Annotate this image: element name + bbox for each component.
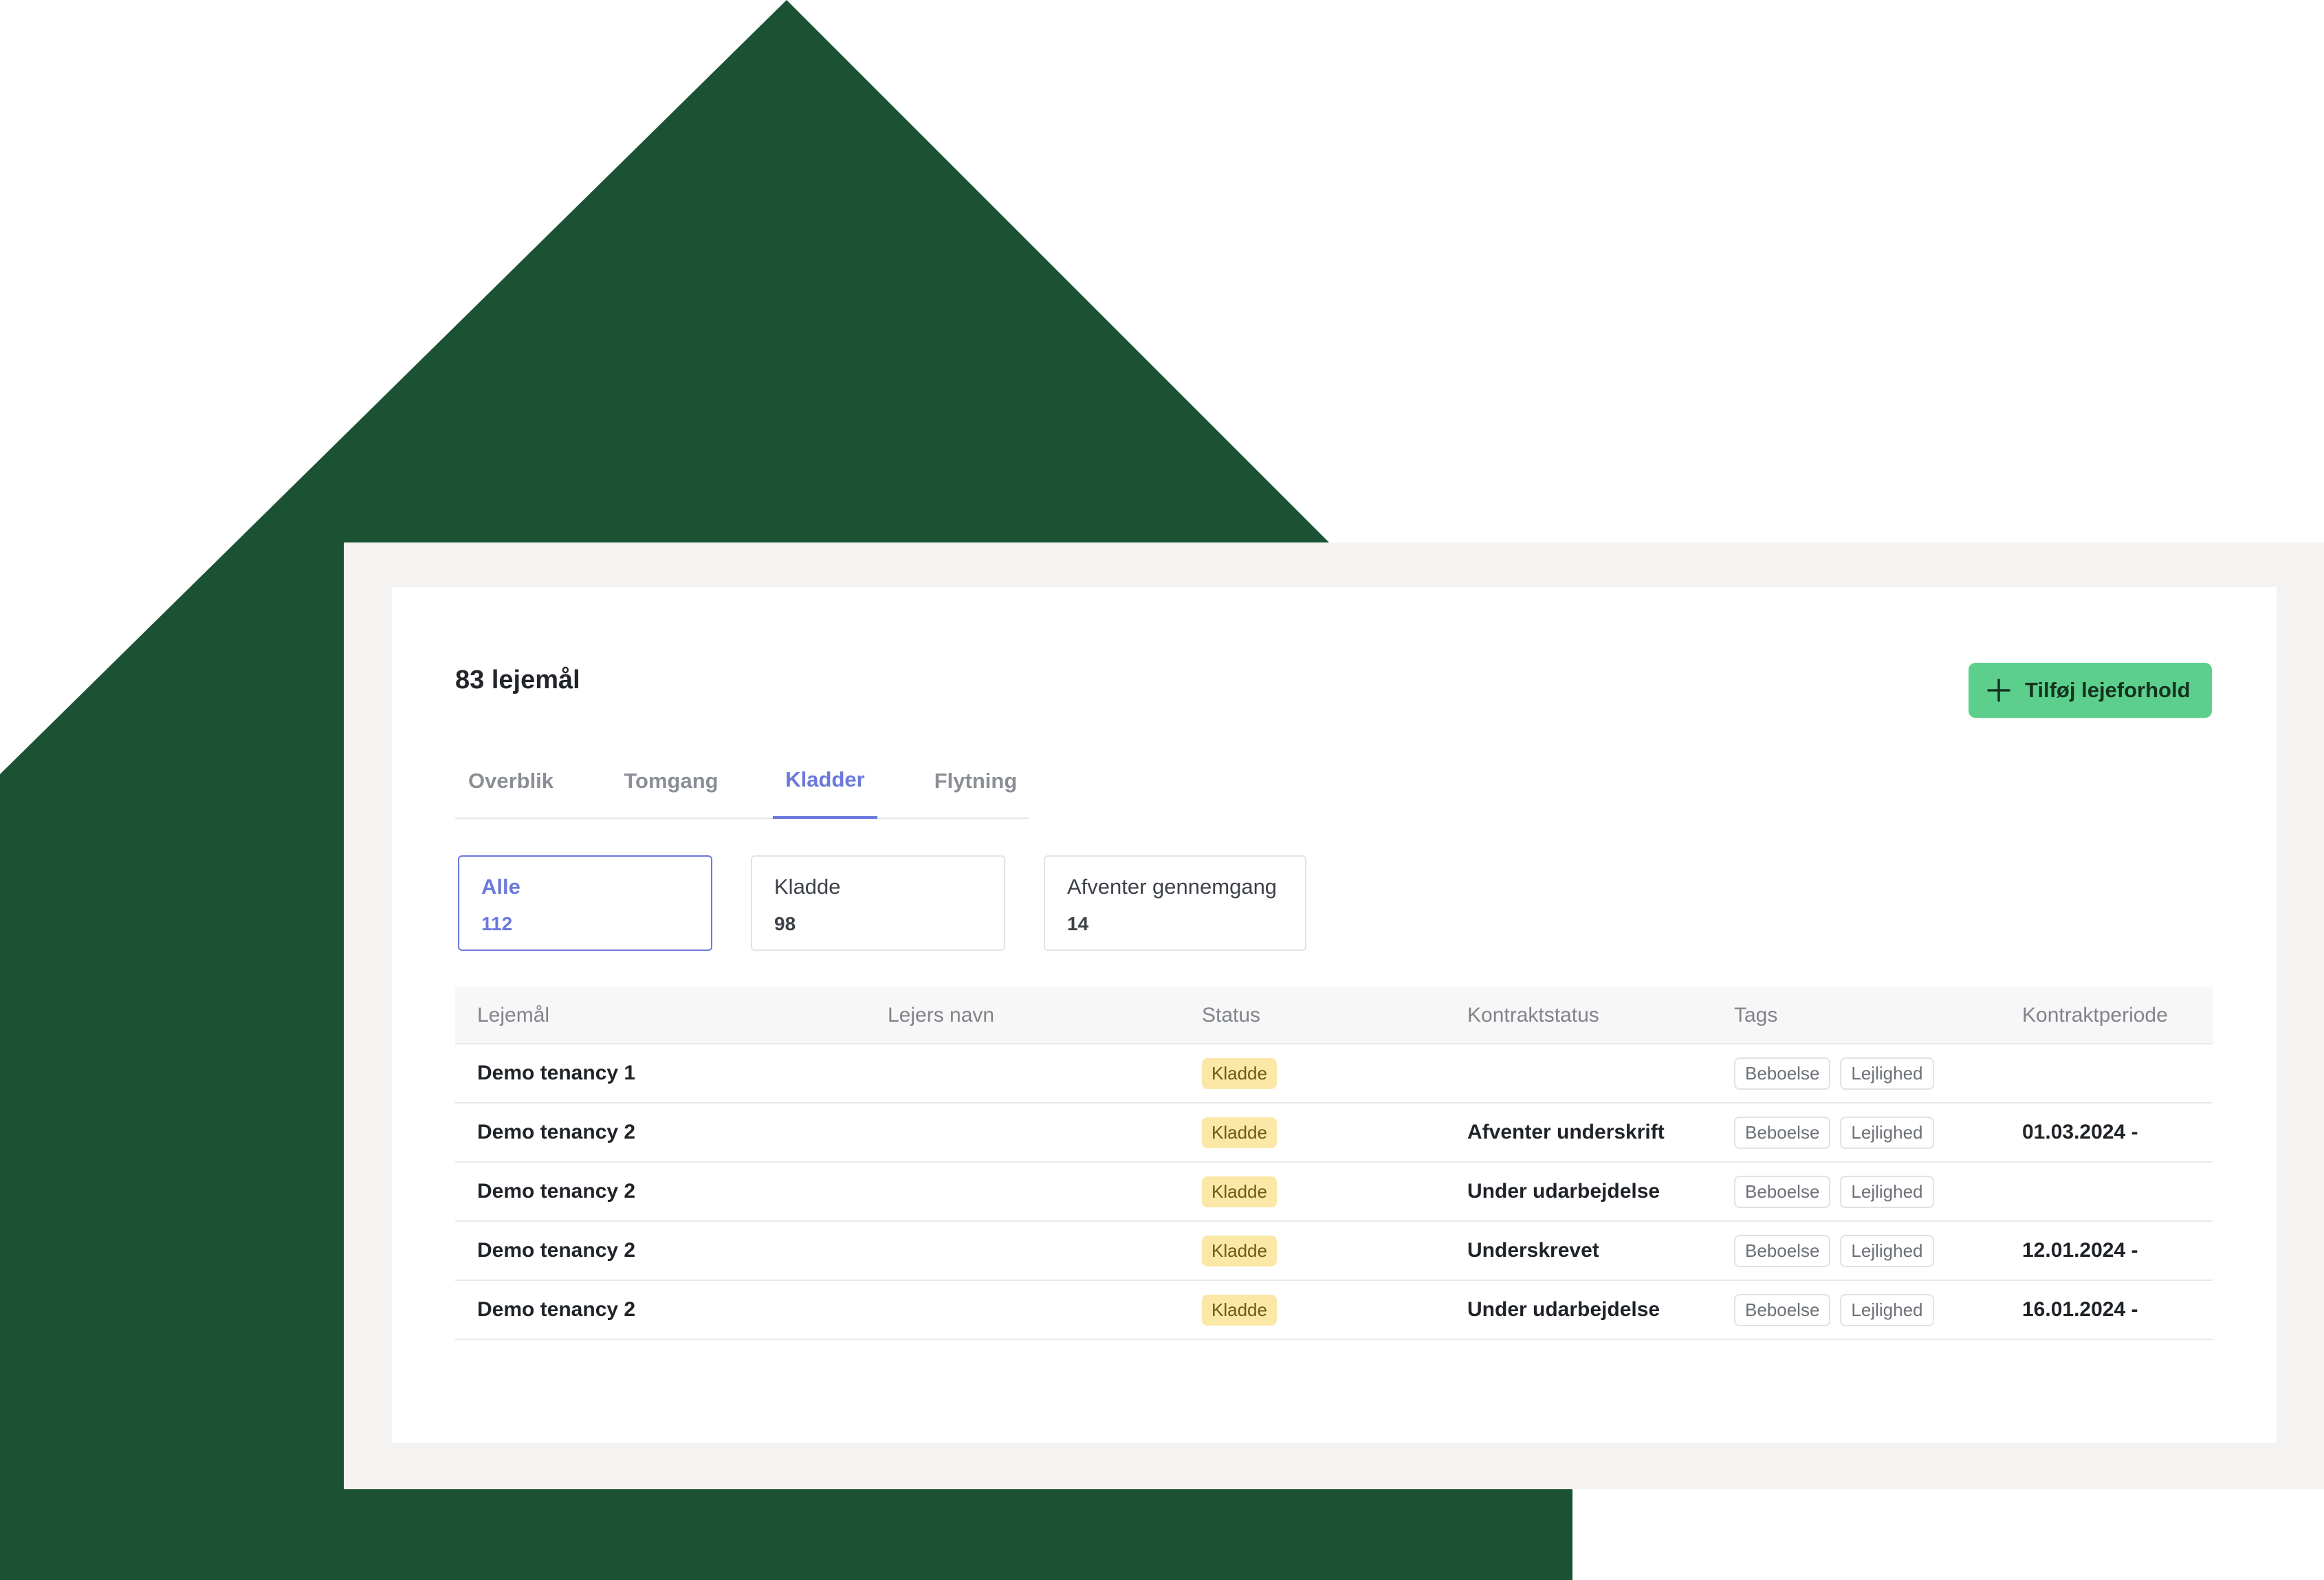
table-row[interactable]: Demo tenancy 2 Kladde Underskrevet Beboe… xyxy=(455,1222,2213,1281)
tab-bar: Overblik Tomgang Kladder Flytning xyxy=(455,743,1029,819)
tab-flytning[interactable]: Flytning xyxy=(921,743,1030,819)
cell-kontraktstatus: Under udarbejdelse xyxy=(1467,1180,1660,1203)
plus-icon xyxy=(1987,679,2010,702)
filter-card-afventer-gennemgang[interactable]: Afventer gennemgang 14 xyxy=(1044,855,1306,951)
cell-status: Kladde xyxy=(1202,1044,1277,1102)
cell-kontraktperiode: 01.03.2024 - xyxy=(2022,1121,2138,1143)
tag: Lejlighed xyxy=(1840,1293,1934,1326)
filter-count: 14 xyxy=(1067,913,1089,934)
filter-label: Kladde xyxy=(774,875,841,899)
cell-kontraktstatus: Underskrevet xyxy=(1467,1239,1599,1262)
filter-card-alle[interactable]: Alle 112 xyxy=(458,855,712,951)
cell-lejemal: Demo tenancy 2 xyxy=(477,1239,636,1262)
cell-kontraktperiode: 12.01.2024 - xyxy=(2022,1239,2138,1262)
tab-overblik[interactable]: Overblik xyxy=(455,743,567,819)
cell-kontraktstatus: Under udarbejdelse xyxy=(1467,1298,1660,1321)
status-badge: Kladde xyxy=(1202,1176,1277,1207)
filter-card-kladde[interactable]: Kladde 98 xyxy=(751,855,1005,951)
status-badge: Kladde xyxy=(1202,1117,1277,1148)
tab-tomgang[interactable]: Tomgang xyxy=(613,743,730,819)
add-tenancy-button-label: Tilføj lejeforhold xyxy=(2025,678,2191,702)
cell-status: Kladde xyxy=(1202,1104,1277,1161)
tab-kladder[interactable]: Kladder xyxy=(773,743,877,819)
tenancy-table: Lejemål Lejers navn Status Kontraktstatu… xyxy=(455,987,2213,1340)
cell-status: Kladde xyxy=(1202,1281,1277,1339)
cell-tags: Beboelse Lejlighed xyxy=(1734,1044,1944,1102)
status-badge: Kladde xyxy=(1202,1057,1277,1089)
tag: Beboelse xyxy=(1734,1234,1831,1267)
cell-tags: Beboelse Lejlighed xyxy=(1734,1222,1944,1280)
column-header-kontraktstatus[interactable]: Kontraktstatus xyxy=(1467,987,1599,1043)
cell-status: Kladde xyxy=(1202,1163,1277,1220)
cell-kontraktstatus: Afventer underskrift xyxy=(1467,1121,1665,1143)
tag: Beboelse xyxy=(1734,1057,1831,1090)
cell-tags: Beboelse Lejlighed xyxy=(1734,1163,1944,1220)
cell-lejemal: Demo tenancy 2 xyxy=(477,1180,636,1203)
tag: Lejlighed xyxy=(1840,1234,1934,1267)
tag: Lejlighed xyxy=(1840,1116,1934,1149)
cell-kontraktperiode: 16.01.2024 - xyxy=(2022,1298,2138,1321)
tag: Beboelse xyxy=(1734,1293,1831,1326)
column-header-status[interactable]: Status xyxy=(1202,987,1260,1043)
tag: Lejlighed xyxy=(1840,1175,1934,1208)
status-badge: Kladde xyxy=(1202,1235,1277,1266)
filter-label: Alle xyxy=(481,875,520,899)
add-tenancy-button[interactable]: Tilføj lejeforhold xyxy=(1969,663,2212,718)
table-row[interactable]: Demo tenancy 2 Kladde Afventer underskri… xyxy=(455,1104,2213,1163)
filter-count: 98 xyxy=(774,913,796,934)
cell-lejemal: Demo tenancy 1 xyxy=(477,1062,636,1084)
cell-status: Kladde xyxy=(1202,1222,1277,1280)
table-row[interactable]: Demo tenancy 1 Kladde Beboelse Lejlighed xyxy=(455,1044,2213,1104)
page-title: 83 lejemål xyxy=(455,666,580,694)
cell-lejemal: Demo tenancy 2 xyxy=(477,1298,636,1321)
status-badge: Kladde xyxy=(1202,1294,1277,1326)
tag: Beboelse xyxy=(1734,1175,1831,1208)
table-header: Lejemål Lejers navn Status Kontraktstatu… xyxy=(455,987,2213,1044)
tag: Lejlighed xyxy=(1840,1057,1934,1090)
filter-label: Afventer gennemgang xyxy=(1067,875,1278,899)
column-header-kontraktperiode[interactable]: Kontraktperiode xyxy=(2022,987,2168,1043)
cell-tags: Beboelse Lejlighed xyxy=(1734,1281,1944,1339)
cell-tags: Beboelse Lejlighed xyxy=(1734,1104,1944,1161)
filter-count: 112 xyxy=(481,913,513,934)
tag: Beboelse xyxy=(1734,1116,1831,1149)
cell-lejemal: Demo tenancy 2 xyxy=(477,1121,636,1143)
table-row[interactable]: Demo tenancy 2 Kladde Under udarbejdelse… xyxy=(455,1281,2213,1340)
column-header-tags[interactable]: Tags xyxy=(1734,987,1777,1043)
table-row[interactable]: Demo tenancy 2 Kladde Under udarbejdelse… xyxy=(455,1163,2213,1222)
column-header-lejers-navn[interactable]: Lejers navn xyxy=(888,987,994,1043)
column-header-lejemal[interactable]: Lejemål xyxy=(477,987,549,1043)
